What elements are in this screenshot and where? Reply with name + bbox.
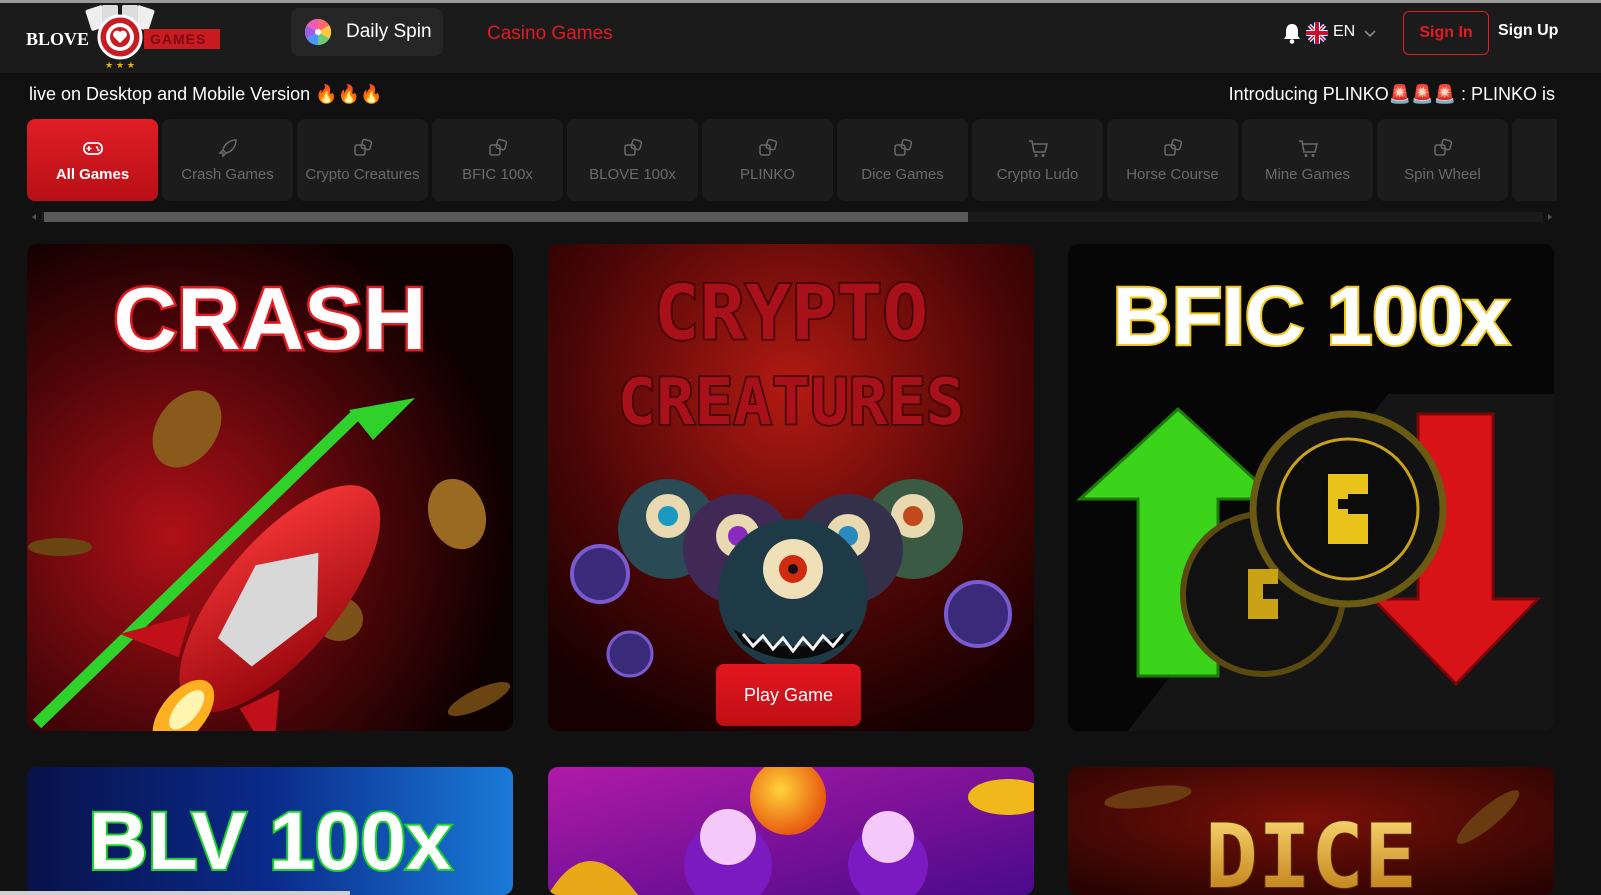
crypto-creatures-artwork: CRYPTO CREATURES [548, 244, 1034, 731]
tab-label: Crypto Creatures [305, 166, 420, 183]
tabs-scrollbar[interactable] [27, 210, 1557, 224]
sign-in-button[interactable]: Sign In [1403, 11, 1489, 55]
play-game-button[interactable]: Play Game [716, 664, 861, 726]
tab-label: BFIC 100x [462, 166, 533, 183]
crash-title: CRASH [114, 269, 427, 368]
dice-icon [1433, 138, 1452, 156]
logo-text-blove: BLOVE [26, 29, 90, 49]
tab-dice-games[interactable]: Dice Games [837, 119, 968, 201]
tab-bfic-100x[interactable]: BFIC 100x [432, 119, 563, 201]
scroll-thumb[interactable] [44, 212, 968, 222]
daily-spin-button[interactable]: Daily Spin [291, 8, 443, 56]
tab-label: All Games [55, 166, 130, 183]
ticker-text-right: Introducing PLINKO🚨🚨🚨 : PLINKO is [1228, 84, 1555, 104]
dice-icon [623, 138, 642, 156]
tab-blove-100x[interactable]: BLOVE 100x [567, 119, 698, 201]
tab-spin-wheel[interactable]: Spin Wheel [1377, 119, 1508, 201]
ticker-text-left: live on Desktop and Mobile Version 🔥🔥🔥 [29, 84, 383, 104]
tab-crash-games[interactable]: Crash Games [162, 119, 293, 201]
tab-label: Crash Games [181, 166, 274, 183]
blv-title: BLV 100x [88, 796, 451, 887]
page: ★ ★ ★ BLOVE GAMES Daily Spin Casino Game… [0, 0, 1601, 895]
header: ★ ★ ★ BLOVE GAMES Daily Spin Casino Game… [0, 3, 1601, 73]
tab-more-partial[interactable] [1512, 119, 1557, 201]
tab-all-games[interactable]: All Games [27, 119, 158, 201]
dice-icon [1163, 138, 1182, 156]
game-card-crash[interactable]: CRASH [27, 244, 513, 731]
game-card-plinko[interactable] [548, 767, 1034, 895]
rocket-icon [217, 139, 237, 158]
casino-games-link[interactable]: Casino Games [487, 23, 613, 45]
bfic-artwork: BFIC 100x [1068, 244, 1554, 731]
crypto-title-line1: CRYPTO [654, 268, 929, 357]
tab-label: BLOVE 100x [589, 166, 676, 183]
spin-wheel-icon [304, 18, 332, 46]
blv-artwork: BLV 100x [27, 767, 513, 895]
blove-games-logo[interactable]: ★ ★ ★ BLOVE GAMES [26, 5, 222, 71]
bfic-title: BFIC 100x [1113, 271, 1510, 362]
tab-plinko[interactable]: PLINKO [702, 119, 833, 201]
language-selector[interactable]: EN [1333, 23, 1355, 41]
cart-icon [1028, 140, 1048, 157]
tab-crypto-ludo[interactable]: Crypto Ludo [972, 119, 1103, 201]
dice-artwork: DICE [1068, 767, 1554, 895]
tab-label: PLINKO [739, 166, 796, 183]
announcement-ticker: live on Desktop and Mobile Version 🔥🔥🔥 I… [0, 78, 1601, 110]
tab-horse-course[interactable]: Horse Course [1107, 119, 1238, 201]
bell-icon[interactable] [1282, 22, 1302, 44]
taskbar-edge [0, 891, 350, 895]
tab-label: Horse Course [1126, 166, 1219, 183]
game-card-bfic-100x[interactable]: BFIC 100x [1068, 244, 1554, 731]
tab-label: Dice Games [861, 166, 944, 183]
dice-icon [353, 138, 372, 156]
category-tabs: All Games Crash Games Crypto Creatures B… [27, 119, 1557, 201]
plinko-artwork [548, 767, 1034, 895]
dice-icon [488, 138, 507, 156]
svg-text:★ ★ ★: ★ ★ ★ [105, 61, 135, 71]
tab-label: Mine Games [1264, 166, 1351, 183]
tab-crypto-creatures[interactable]: Crypto Creatures [297, 119, 428, 201]
cart-icon [1298, 140, 1318, 157]
crypto-title-line2: CREATURES [618, 366, 965, 440]
crash-artwork: CRASH [27, 244, 513, 731]
scroll-right-icon[interactable] [1546, 213, 1554, 221]
tab-mine-games[interactable]: Mine Games [1242, 119, 1373, 201]
dice-icon [758, 138, 777, 156]
game-card-dice[interactable]: DICE [1068, 767, 1554, 895]
gamepad-icon [82, 142, 103, 155]
game-card-blv-100x[interactable]: BLV 100x [27, 767, 513, 895]
logo-text-games: GAMES [150, 31, 207, 47]
daily-spin-label: Daily Spin [346, 21, 432, 42]
scroll-left-icon[interactable] [30, 213, 38, 221]
dice-icon [893, 138, 912, 156]
dice-title: DICE [1205, 805, 1417, 895]
sign-up-button[interactable]: Sign Up [1498, 22, 1558, 40]
tab-label: Spin Wheel [1404, 166, 1481, 183]
game-card-crypto-creatures[interactable]: CRYPTO CREATURES Play Game [548, 244, 1034, 731]
chevron-down-icon[interactable] [1363, 27, 1377, 39]
tab-label: Crypto Ludo [996, 166, 1079, 183]
uk-flag-icon[interactable] [1306, 22, 1328, 44]
